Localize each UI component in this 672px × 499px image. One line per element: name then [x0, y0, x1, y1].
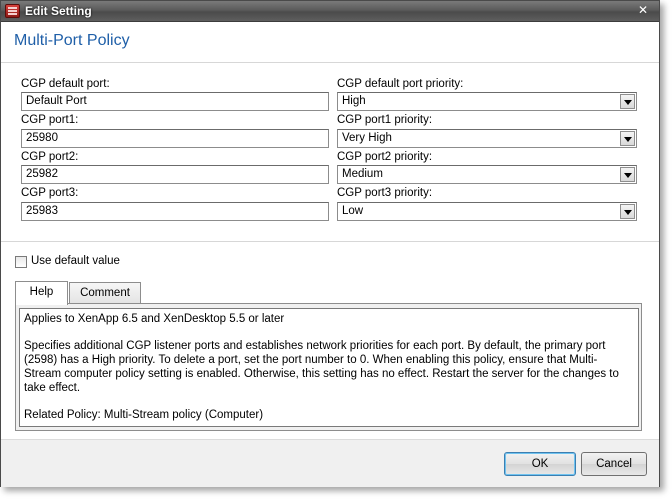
port1-input[interactable]: 25980	[21, 129, 329, 148]
default-port-priority-label: CGP default port priority:	[337, 78, 464, 90]
port1-priority-value: Very High	[342, 132, 392, 144]
chevron-down-icon[interactable]	[620, 204, 635, 219]
help-description-text: Specifies additional CGP listener ports …	[24, 340, 619, 394]
edit-setting-dialog: Edit Setting ✕ Multi-Port Policy CGP def…	[0, 0, 660, 487]
header-divider	[1, 62, 659, 63]
cancel-button[interactable]: Cancel	[581, 452, 647, 476]
use-default-checkbox[interactable]	[15, 256, 27, 268]
port3-priority-select[interactable]: Low	[337, 202, 637, 221]
default-port-label: CGP default port:	[21, 78, 110, 90]
default-port-input[interactable]: Default Port	[21, 92, 329, 111]
port1-label: CGP port1:	[21, 114, 79, 126]
default-port-priority-select[interactable]: High	[337, 92, 637, 111]
dialog-footer: OK Cancel	[1, 439, 659, 487]
port3-input[interactable]: 25983	[21, 202, 329, 221]
window-title: Edit Setting	[25, 4, 92, 18]
help-related-policy-text: Related Policy: Multi-Stream policy (Com…	[24, 409, 264, 421]
use-default-label[interactable]: Use default value	[31, 255, 120, 267]
title-bar[interactable]: Edit Setting ✕	[1, 1, 659, 22]
port2-label: CGP port2:	[21, 151, 79, 163]
app-icon	[5, 4, 20, 18]
close-icon[interactable]: ✕	[635, 3, 651, 18]
port1-priority-select[interactable]: Very High	[337, 129, 637, 148]
port3-priority-value: Low	[342, 205, 364, 217]
port2-priority-select[interactable]: Medium	[337, 165, 637, 184]
section-divider	[1, 241, 659, 242]
default-port-priority-value: High	[342, 95, 366, 107]
chevron-down-icon[interactable]	[620, 131, 635, 146]
help-applies-text: Applies to XenApp 6.5 and XenDesktop 5.5…	[24, 313, 285, 325]
tab-comment[interactable]: Comment	[69, 282, 141, 304]
tab-help[interactable]: Help	[15, 281, 68, 305]
port2-priority-value: Medium	[342, 168, 383, 180]
port2-priority-label: CGP port2 priority:	[337, 151, 433, 163]
port1-priority-label: CGP port1 priority:	[337, 114, 433, 126]
port3-label: CGP port3:	[21, 187, 79, 199]
page-title: Multi-Port Policy	[14, 32, 130, 49]
chevron-down-icon[interactable]	[620, 94, 635, 109]
chevron-down-icon[interactable]	[620, 167, 635, 182]
port3-priority-label: CGP port3 priority:	[337, 187, 433, 199]
port2-input[interactable]: 25982	[21, 165, 329, 184]
ok-button[interactable]: OK	[504, 452, 576, 476]
tab-panel: Applies to XenApp 6.5 and XenDesktop 5.5…	[15, 303, 642, 431]
help-text-box[interactable]: Applies to XenApp 6.5 and XenDesktop 5.5…	[19, 308, 639, 427]
